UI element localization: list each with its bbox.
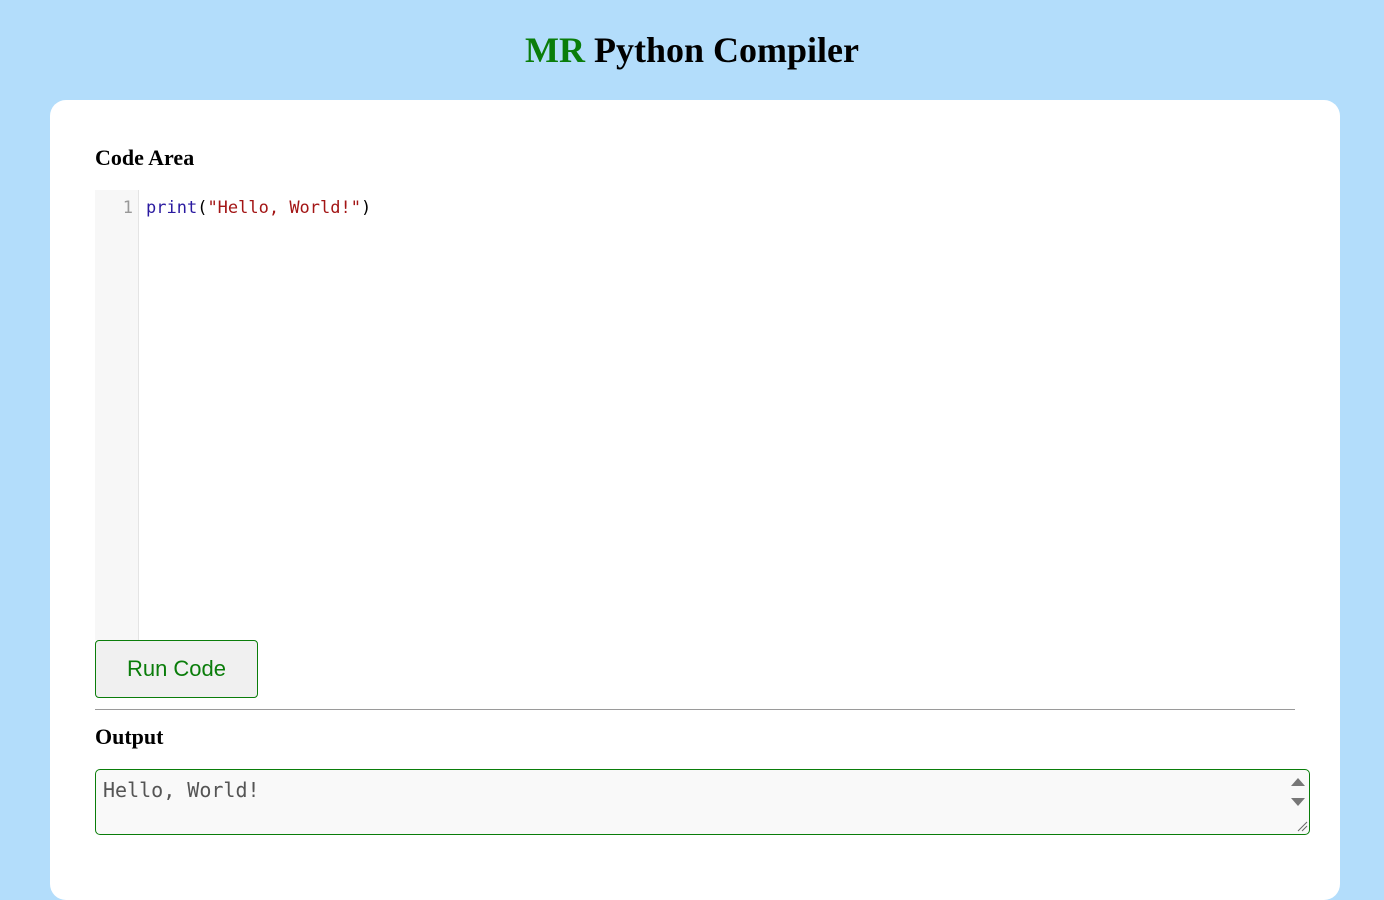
output-scrollbar[interactable] xyxy=(1288,776,1308,812)
compiler-card: Code Area 1 print("Hello, World!") Run C… xyxy=(50,100,1340,900)
arrow-up-icon[interactable] xyxy=(1291,778,1305,786)
run-code-button[interactable]: Run Code xyxy=(95,640,258,698)
code-area-label: Code Area xyxy=(95,145,195,170)
code-token-close-paren: ) xyxy=(360,198,372,218)
output-textarea[interactable]: Hello, World! xyxy=(95,769,1310,835)
code-token-open-paren: ( xyxy=(197,198,208,218)
brand-name: MR xyxy=(525,30,585,70)
code-token-string: "Hello, World!" xyxy=(207,198,361,218)
title-text: Python Compiler xyxy=(584,30,859,70)
resize-handle-icon[interactable] xyxy=(1296,820,1308,832)
page-header: MR Python Compiler xyxy=(0,0,1384,100)
code-editor[interactable]: 1 print("Hello, World!") xyxy=(95,190,1295,640)
code-line[interactable]: print("Hello, World!") xyxy=(146,198,371,218)
section-divider xyxy=(95,709,1295,710)
line-number: 1 xyxy=(122,198,133,218)
output-label: Output xyxy=(95,724,164,749)
code-token-builtin: print xyxy=(146,198,198,218)
page-title: MR Python Compiler xyxy=(0,0,1384,70)
line-number-gutter: 1 xyxy=(95,190,139,640)
arrow-down-icon[interactable] xyxy=(1291,798,1305,806)
